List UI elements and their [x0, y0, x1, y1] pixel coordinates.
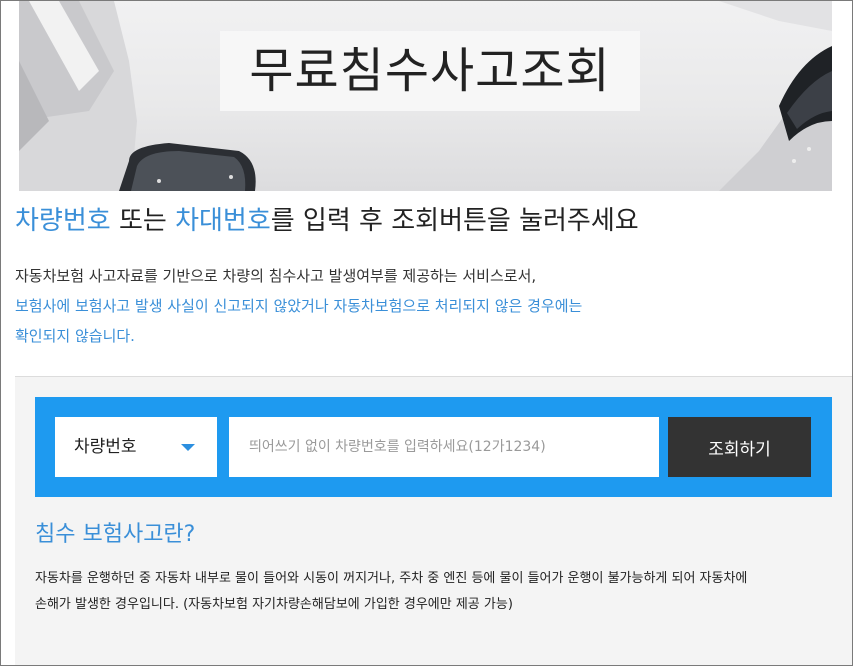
info-line-2: 손해가 발생한 경우입니다. (자동차보험 자기차량손해담보에 가입한 경우에만… — [35, 597, 513, 612]
caret-down-icon — [181, 444, 195, 451]
hero-title-box: 무료침수사고조회 — [220, 31, 640, 111]
page-frame: 무료침수사고조회 차량번호 또는 차대번호를 입력 후 조회버튼을 눌러주세요 … — [0, 0, 853, 666]
service-description: 자동차보험 사고자료를 기반으로 차량의 침수사고 발생여부를 제공하는 서비스… — [15, 261, 845, 351]
info-line-1: 자동차를 운행하던 중 자동차 내부로 물이 들어와 시동이 꺼지거나, 주차 … — [35, 571, 748, 586]
headline-connector: 또는 — [110, 206, 176, 236]
info-description: 자동차를 운행하던 중 자동차 내부로 물이 들어와 시동이 꺼지거나, 주차 … — [35, 566, 835, 618]
headline-rest: 를 입력 후 조회버튼을 눌러주세요 — [270, 206, 639, 236]
info-title: 침수 보험사고란? — [35, 522, 196, 547]
plate-number-input[interactable] — [229, 417, 659, 477]
instruction-headline: 차량번호 또는 차대번호를 입력 후 조회버튼을 눌러주세요 — [15, 199, 845, 243]
search-panel: 차량번호 조회하기 침수 보험사고란? 자동차를 운행하던 중 자동차 내부로 … — [15, 376, 852, 665]
description-line-2: 보험사에 보험사고 발생 사실이 신고되지 않았거나 자동차보험으로 처리되지 … — [15, 297, 583, 315]
search-type-value: 차량번호 — [74, 437, 137, 457]
search-bar: 차량번호 조회하기 — [35, 397, 832, 497]
headline-vin: 차대번호 — [175, 206, 271, 236]
search-button[interactable]: 조회하기 — [668, 417, 811, 477]
search-type-select[interactable]: 차량번호 — [55, 417, 217, 477]
description-line-1: 자동차보험 사고자료를 기반으로 차량의 침수사고 발생여부를 제공하는 서비스… — [15, 267, 537, 285]
hero-banner: 무료침수사고조회 — [19, 1, 832, 191]
headline-plate-number: 차량번호 — [15, 206, 111, 236]
page-title: 무료침수사고조회 — [249, 43, 611, 99]
description-line-3: 확인되지 않습니다. — [15, 327, 135, 345]
